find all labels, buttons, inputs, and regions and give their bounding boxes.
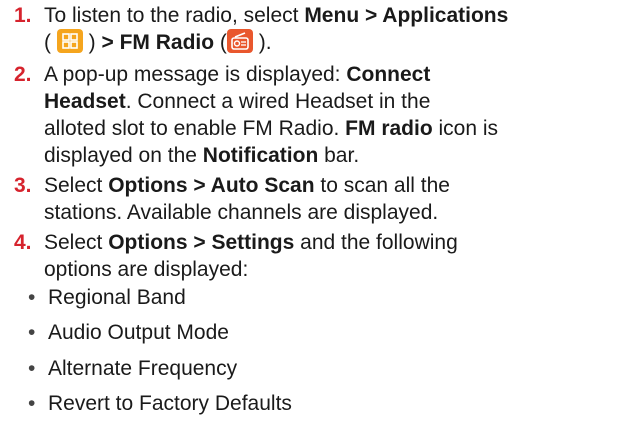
bullet-icon: •: [28, 321, 36, 344]
menu-path: Menu > Applications: [304, 4, 509, 27]
step-2: 2. A pop-up message is displayed: Connect…: [14, 63, 499, 167]
apps-grid-icon: [56, 29, 83, 53]
list-item: • Alternate Frequency: [28, 357, 238, 380]
step-number: 3.: [14, 174, 32, 197]
step-1: 1. To listen to the radio, select Menu > …: [14, 4, 509, 54]
list-item: • Audio Output Mode: [28, 321, 229, 344]
step-3: 3. Select Options > Auto Scan to scan all…: [14, 174, 450, 224]
fm-radio-instructions: 1. To listen to the radio, select Menu > …: [0, 0, 627, 426]
fm-radio-icon: [226, 29, 253, 53]
step-number: 2.: [14, 63, 32, 86]
bullet-icon: •: [28, 357, 36, 380]
list-item: • Revert to Factory Defaults: [28, 392, 292, 415]
bullet-icon: •: [28, 392, 36, 415]
step-number: 4.: [14, 231, 32, 254]
step-number: 1.: [14, 4, 32, 27]
bullet-icon: •: [28, 286, 36, 309]
step-4: 4. Select Options > Settings and the foll…: [14, 231, 458, 281]
list-item: • Regional Band: [28, 286, 186, 309]
